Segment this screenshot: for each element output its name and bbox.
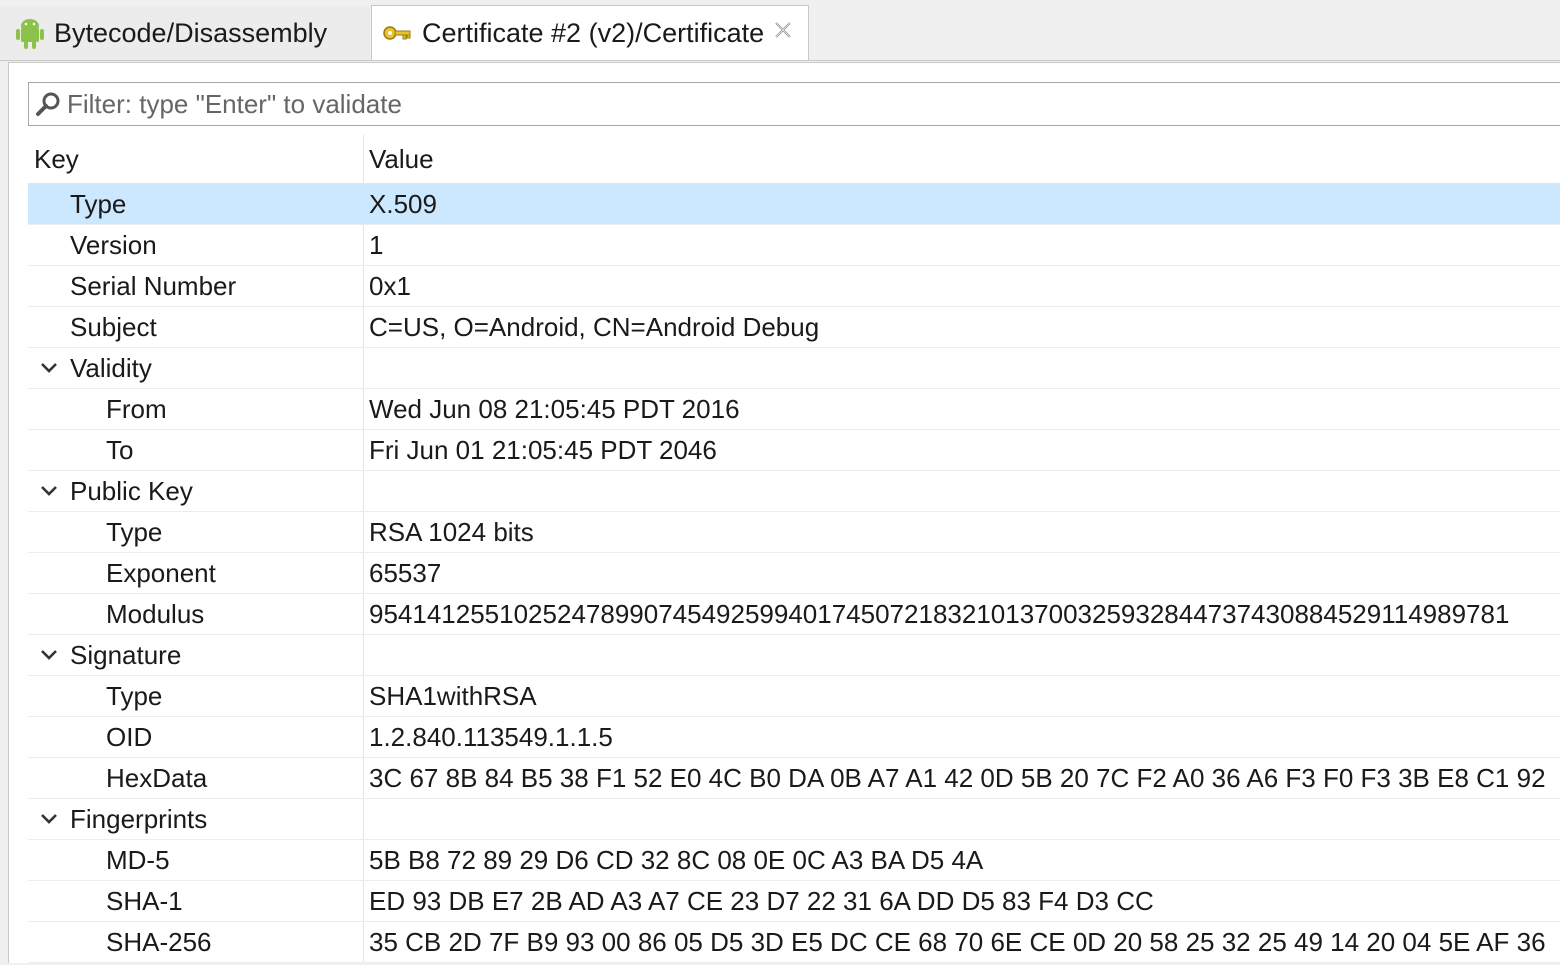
chevron-down-icon[interactable]: [40, 361, 58, 375]
table-row[interactable]: Serial Number 0x1: [28, 266, 1560, 307]
row-key-cell: To: [28, 430, 364, 470]
row-key-label: Signature: [70, 640, 182, 670]
certificate-editor: Key Value Type X.509 Version 1 Serial Number…: [8, 62, 1560, 963]
row-value-cell: 9541412551025247899074549259940174507218…: [369, 599, 1510, 629]
table-row[interactable]: HexData 3C 67 8B 84 B5 38 F1 52 E0 4C B0 …: [28, 758, 1560, 799]
row-key-cell: HexData: [28, 758, 364, 798]
row-value-cell: RSA 1024 bits: [369, 517, 534, 547]
row-key-cell: Signature: [28, 635, 364, 675]
row-key-label: OID: [106, 722, 153, 752]
row-value-cell: [364, 635, 1554, 675]
search-icon: [36, 92, 60, 116]
row-key-label: Fingerprints: [70, 804, 208, 834]
table-row[interactable]: SHA-1 ED 93 DB E7 2B AD A3 A7 CE 23 D7 22…: [28, 881, 1560, 922]
row-key-cell: SHA-1: [28, 881, 364, 921]
row-key-label: SHA-1: [106, 886, 183, 916]
row-key-cell: Type: [28, 676, 364, 716]
close-icon[interactable]: [772, 19, 794, 41]
row-key-cell: Serial Number: [28, 266, 364, 306]
row-key-label: Validity: [70, 353, 152, 383]
row-key-label: MD-5: [106, 845, 170, 875]
row-key-label: Modulus: [106, 599, 205, 629]
row-value-cell: Wed Jun 08 21:05:45 PDT 2016: [369, 394, 740, 424]
row-key-label: Subject: [70, 312, 157, 342]
column-header-key[interactable]: Key: [28, 135, 364, 183]
certificate-table: Key Value Type X.509 Version 1 Serial Number…: [28, 135, 1560, 965]
row-key-cell: Type: [28, 512, 364, 552]
row-key-label: Version: [70, 230, 157, 260]
row-value-cell: 1: [369, 230, 384, 260]
android-icon: [16, 19, 44, 49]
row-value-cell: 5B B8 72 89 29 D6 CD 32 8C 08 0E 0C A3 B…: [369, 845, 984, 875]
row-value-cell: 0x1: [369, 271, 411, 301]
chevron-down-icon[interactable]: [40, 812, 58, 826]
row-key-label: Type: [70, 189, 127, 219]
column-header-value[interactable]: Value: [364, 135, 434, 183]
row-key-label: SHA-256: [106, 927, 212, 957]
row-value-cell: [364, 471, 1554, 511]
table-row[interactable]: Type X.509: [28, 184, 1560, 225]
row-key-label: From: [106, 394, 167, 424]
row-value-cell: 1.2.840.113549.1.1.5: [369, 722, 613, 752]
row-key-cell: OID: [28, 717, 364, 757]
row-key-cell: From: [28, 389, 364, 429]
table-row[interactable]: Public Key: [28, 471, 1560, 512]
row-key-cell: MD-5: [28, 840, 364, 880]
table-row[interactable]: Subject C=US, O=Android, CN=Android Debug: [28, 307, 1560, 348]
row-key-label: HexData: [106, 763, 208, 793]
row-key-label: Public Key: [70, 476, 193, 506]
tab-bytecode-disassembly[interactable]: Bytecode/Disassembly: [0, 6, 370, 60]
table-row[interactable]: Signature: [28, 635, 1560, 676]
row-value-cell: [364, 348, 1554, 388]
table-row[interactable]: SHA-256 35 CB 2D 7F B9 93 00 86 05 D5 3D …: [28, 922, 1560, 963]
row-value-cell: Fri Jun 01 21:05:45 PDT 2046: [369, 435, 717, 465]
row-key-label: Exponent: [106, 558, 216, 588]
row-value-cell: [364, 799, 1554, 839]
row-key-cell: Version: [28, 225, 364, 265]
key-icon: [383, 26, 411, 40]
filter-input[interactable]: [65, 87, 1529, 121]
table-row[interactable]: Type SHA1withRSA: [28, 676, 1560, 717]
row-value-cell: SHA1withRSA: [369, 681, 537, 711]
table-row[interactable]: MD-5 5B B8 72 89 29 D6 CD 32 8C 08 0E 0C …: [28, 840, 1560, 881]
row-key-label: Type: [106, 681, 163, 711]
row-value-cell: 35 CB 2D 7F B9 93 00 86 05 D5 3D E5 DC C…: [369, 927, 1554, 957]
row-key-label: Serial Number: [70, 271, 237, 301]
row-key-cell: Fingerprints: [28, 799, 364, 839]
table-row[interactable]: Fingerprints: [28, 799, 1560, 840]
tab-label: Certificate #2 (v2)/Certificate: [422, 17, 765, 48]
chevron-down-icon[interactable]: [40, 484, 58, 498]
filter-box[interactable]: [28, 82, 1560, 126]
table-row[interactable]: Exponent 65537: [28, 553, 1560, 594]
table-row[interactable]: Validity: [28, 348, 1560, 389]
row-value-cell: X.509: [369, 189, 437, 219]
row-value-cell: 3C 67 8B 84 B5 38 F1 52 E0 4C B0 DA 0B A…: [369, 763, 1554, 793]
row-key-cell: Exponent: [28, 553, 364, 593]
table-row[interactable]: Type RSA 1024 bits: [28, 512, 1560, 553]
row-key-cell: SHA-256: [28, 922, 364, 962]
table-row[interactable]: To Fri Jun 01 21:05:45 PDT 2046: [28, 430, 1560, 471]
row-key-cell: Subject: [28, 307, 364, 347]
table-header: Key Value: [28, 135, 1560, 184]
row-key-cell: Public Key: [28, 471, 364, 511]
row-key-cell: Modulus: [28, 594, 364, 634]
table-row[interactable]: Modulus 954141255102524789907454925994017…: [28, 594, 1560, 635]
row-value-cell: ED 93 DB E7 2B AD A3 A7 CE 23 D7 22 31 6…: [369, 886, 1154, 916]
tab-label: Bytecode/Disassembly: [54, 17, 328, 48]
row-key-cell: Type: [28, 184, 364, 224]
table-row[interactable]: OID 1.2.840.113549.1.1.5: [28, 717, 1560, 758]
table-body: Type X.509 Version 1 Serial Number 0x1 Subject…: [28, 184, 1560, 963]
table-row[interactable]: Version 1: [28, 225, 1560, 266]
tab-certificate[interactable]: Certificate #2 (v2)/Certificate: [371, 5, 809, 60]
chevron-down-icon[interactable]: [40, 648, 58, 662]
row-key-cell: Validity: [28, 348, 364, 388]
table-row[interactable]: From Wed Jun 08 21:05:45 PDT 2016: [28, 389, 1560, 430]
row-key-label: To: [106, 435, 134, 465]
row-key-label: Type: [106, 517, 163, 547]
row-value-cell: C=US, O=Android, CN=Android Debug: [369, 312, 820, 342]
row-value-cell: 65537: [369, 558, 442, 588]
editor-tab-bar: Bytecode/Disassembly Certificate #2 (v2)…: [0, 0, 1560, 61]
